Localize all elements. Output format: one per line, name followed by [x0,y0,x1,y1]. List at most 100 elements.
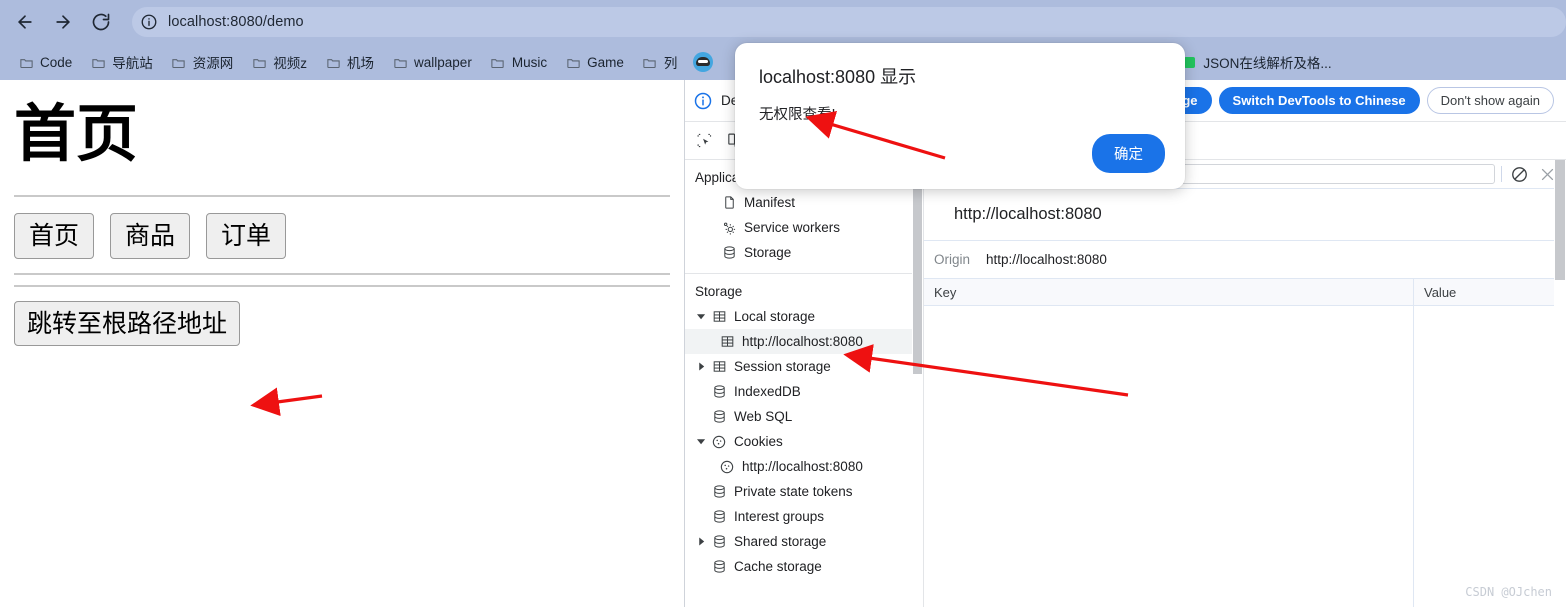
divider-3 [14,284,670,287]
database-icon [709,484,729,499]
bookmark-ziyuanwang[interactable]: 资源网 [163,49,242,75]
avatar-bookmark-icon[interactable] [693,52,714,72]
web-page-content: 首页 首页 商品 订单 跳转至根路径地址 [0,80,684,607]
page-button-orders[interactable]: 订单 [206,213,287,259]
jump-to-root-button[interactable]: 跳转至根路径地址 [14,300,241,346]
origin-label: Origin [934,252,971,267]
bookmark-label: Music [511,54,548,70]
storage-table-key-column [924,306,1414,607]
sidebar-item-local-storage[interactable]: Local storage [685,304,923,329]
folder-icon [392,54,408,70]
cookie-icon [709,434,729,450]
switch-devtools-to-chinese-button[interactable]: Switch DevTools to Chinese [1218,87,1420,114]
twisty-collapsed-icon[interactable] [693,362,709,371]
origin-row: Origin http://localhost:8080 [924,241,1566,279]
twisty-collapsed-icon[interactable] [693,537,709,546]
bookmark-label: Code [40,54,73,70]
gear-icon [719,220,739,236]
table-icon [717,334,737,349]
origin-value: http://localhost:8080 [986,252,1107,267]
folder-icon [171,54,187,70]
address-bar[interactable]: localhost:8080/demo [132,7,1566,37]
bookmark-lie[interactable]: 列 [634,49,686,75]
cookie-icon [717,459,737,475]
bookmark-label: wallpaper [414,54,472,70]
no-entry-icon[interactable] [1508,163,1530,185]
database-icon [709,559,729,574]
sidebar-scrollbar-thumb[interactable] [913,164,922,374]
main-scrollbar[interactable] [1554,160,1566,607]
sidebar-item-manifest[interactable]: Manifest [685,190,923,215]
alert-message: 无权限查看! [759,107,836,123]
sidebar-item-label: Service workers [744,219,841,235]
page-button-products[interactable]: 商品 [110,213,191,259]
bookmark-label: 视频z [273,56,308,71]
folder-icon [490,54,506,70]
sidebar-item-label: Storage [744,244,792,260]
sidebar-item-label: http://localhost:8080 [742,333,863,349]
sidebar-item-label: Session storage [734,358,831,374]
storage-table-header: Key Value [924,279,1566,306]
screen-root: localhost:8080/demo Code 导航站 资源网 视频z 机场 … [0,0,1566,607]
dont-show-again-button[interactable]: Don't show again [1426,87,1554,114]
table-icon [709,309,729,324]
storage-table-body[interactable] [924,306,1566,607]
devtools-body: Application Manifest Service workers Sto… [685,160,1566,607]
folder-icon [642,54,658,70]
page-title: 首页 [14,97,139,170]
main-scrollbar-thumb[interactable] [1555,160,1565,280]
back-arrow-icon[interactable] [8,5,42,39]
sidebar-item-session-storage[interactable]: Session storage [685,354,923,379]
bookmark-label: 机场 [347,56,375,71]
javascript-alert-dialog: localhost:8080 显示 无权限查看! 确定 [735,43,1185,189]
csdn-watermark: CSDN @OJchen [1465,585,1552,599]
sidebar-item-label: Web SQL [734,408,793,424]
sidebar-item-cookies[interactable]: Cookies [685,429,923,454]
page-button-home[interactable]: 首页 [14,213,95,259]
bookmark-shipinz[interactable]: 视频z [243,49,315,75]
sidebar-divider [685,273,923,274]
sidebar-item-local-storage-origin[interactable]: http://localhost:8080 [685,329,923,354]
folder-icon [565,54,581,70]
sidebar-item-cookies-origin[interactable]: http://localhost:8080 [685,454,923,479]
bookmark-game[interactable]: Game [557,51,632,73]
reload-icon[interactable] [84,5,118,39]
page-nav-buttons: 首页 商品 订单 [14,213,684,259]
sidebar-item-label: Manifest [744,194,796,210]
alert-ok-button[interactable]: 确定 [1092,134,1165,173]
table-icon [709,359,729,374]
twisty-expanded-icon[interactable] [693,312,709,321]
sidebar-item-service-workers[interactable]: Service workers [685,215,923,240]
sidebar-item-shared-storage[interactable]: Shared storage [685,529,923,554]
sidebar-item-label: Cookies [734,433,783,449]
column-header-key[interactable]: Key [924,279,1414,305]
sidebar-item-storage[interactable]: Storage [685,240,923,265]
twisty-expanded-icon[interactable] [693,437,709,446]
bookmark-daohangzhan[interactable]: 导航站 [82,49,161,75]
forward-arrow-icon[interactable] [46,5,80,39]
sidebar-item-label: Private state tokens [734,483,853,499]
alert-title: localhost:8080 显示 [759,67,917,87]
sidebar-scrollbar[interactable] [912,160,923,607]
database-icon [709,409,729,424]
bookmark-music[interactable]: Music [482,51,555,73]
bookmark-code[interactable]: Code [10,51,80,73]
column-header-value[interactable]: Value [1414,279,1566,305]
bookmark-json[interactable]: JSON在线解析及格... [1173,49,1339,75]
bookmark-label: Game [587,54,624,70]
sidebar-item-label: Cache storage [734,558,822,574]
sidebar-item-cache-storage[interactable]: Cache storage [685,554,923,579]
sidebar-item-indexeddb[interactable]: IndexedDB [685,379,923,404]
bookmark-wallpaper[interactable]: wallpaper [384,51,480,73]
folder-icon [90,54,106,70]
site-info-icon[interactable] [136,9,162,35]
sidebar-item-private-state-tokens[interactable]: Private state tokens [685,479,923,504]
inspect-element-icon[interactable] [689,122,719,159]
browser-nav-row: localhost:8080/demo [0,0,1566,44]
sidebar-item-interest-groups[interactable]: Interest groups [685,504,923,529]
jump-button-wrapper: 跳转至根路径地址 [14,300,684,346]
bookmark-jichang[interactable]: 机场 [317,49,382,75]
address-bar-url: localhost:8080/demo [168,14,304,30]
database-icon [709,384,729,399]
sidebar-item-web-sql[interactable]: Web SQL [685,404,923,429]
